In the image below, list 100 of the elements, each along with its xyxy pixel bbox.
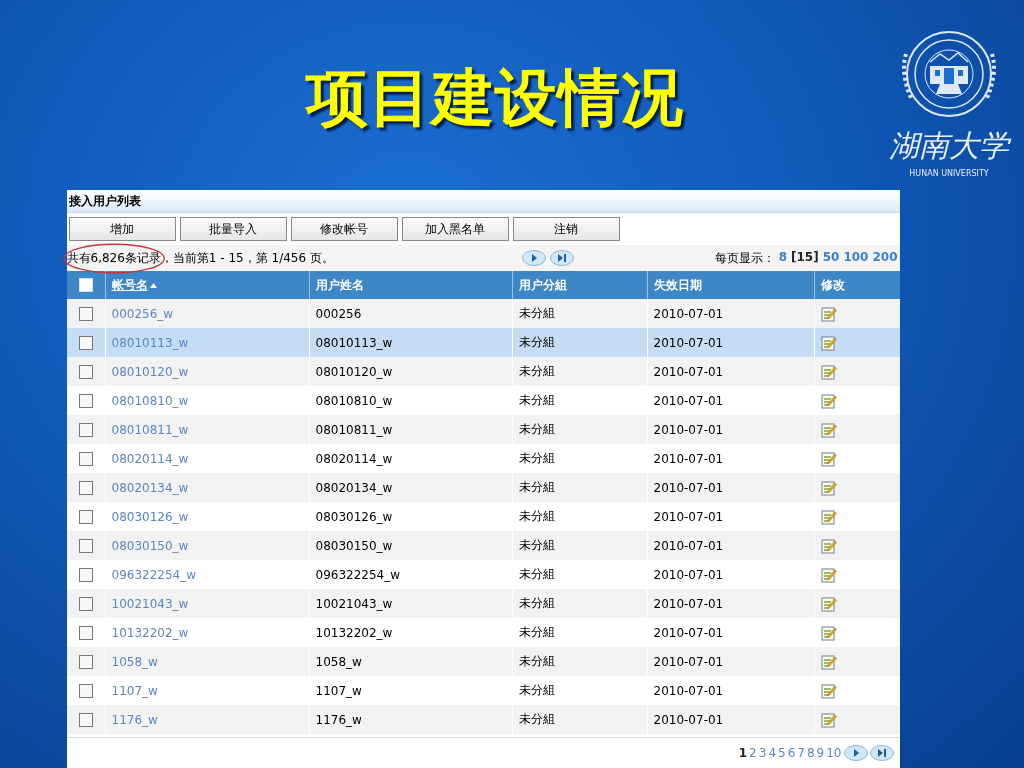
page-size-option[interactable]: 8 xyxy=(778,249,787,267)
column-header[interactable]: 用户姓名 xyxy=(315,276,364,294)
page-size-option[interactable]: 200 xyxy=(872,249,898,267)
account-link[interactable]: 000256_w xyxy=(111,306,174,321)
column-header[interactable]: 用户分組 xyxy=(518,276,567,294)
table-row[interactable]: 1176_w 1176_w 未分組 2010-07-01 xyxy=(66,705,900,734)
table-row[interactable]: 08010120_w 08010120_w 未分組 2010-07-01 xyxy=(66,357,900,386)
toolbar-button[interactable]: 修改帐号 xyxy=(290,217,398,241)
row-checkbox[interactable] xyxy=(78,393,93,408)
row-checkbox[interactable] xyxy=(78,335,93,350)
row-checkbox[interactable] xyxy=(78,683,93,698)
table-cell: 2010-07-01 xyxy=(653,654,724,669)
university-name-english: HUNAN UNIVERSITY xyxy=(909,168,989,180)
next-page-button[interactable] xyxy=(521,250,546,266)
column-header[interactable]: 修改 xyxy=(820,276,845,294)
row-checkbox[interactable] xyxy=(78,422,93,437)
row-checkbox[interactable] xyxy=(78,306,93,321)
table-row[interactable]: 08030150_w 08030150_w 未分組 2010-07-01 xyxy=(66,531,900,560)
account-link[interactable]: 08010120_w xyxy=(111,364,189,379)
account-link[interactable]: 1107_w xyxy=(111,683,158,698)
page-link[interactable]: 5 xyxy=(778,746,786,760)
toolbar-button[interactable]: 注销 xyxy=(512,217,620,241)
edit-icon[interactable] xyxy=(820,537,837,554)
account-link[interactable]: 096322254_w xyxy=(111,567,197,582)
account-link[interactable]: 08020114_w xyxy=(111,451,189,466)
table-row[interactable]: 000256_w 000256 未分組 2010-07-01 xyxy=(66,299,900,328)
table-row[interactable]: 08010811_w 08010811_w 未分組 2010-07-01 xyxy=(66,415,900,444)
table-cell: 1107_w xyxy=(315,683,362,698)
table-row[interactable]: 08010113_w 08010113_w 未分組 2010-07-01 xyxy=(66,328,900,357)
page-link[interactable]: 7 xyxy=(797,746,805,760)
account-link[interactable]: 08030126_w xyxy=(111,509,189,524)
edit-icon[interactable] xyxy=(820,595,837,612)
account-link[interactable]: 10132202_w xyxy=(111,625,189,640)
table-row[interactable]: 1058_w 1058_w 未分組 2010-07-01 xyxy=(66,647,900,676)
page-size-option[interactable]: [15] xyxy=(791,249,819,267)
account-link[interactable]: 08010811_w xyxy=(111,422,189,437)
toolbar-button[interactable]: 增加 xyxy=(68,217,176,241)
edit-icon[interactable] xyxy=(820,682,837,699)
record-summary: ，当前第1 - 15，第 1/456 页。 xyxy=(160,249,334,267)
page-link[interactable]: 9 xyxy=(816,746,825,760)
table-cell: 08020134_w xyxy=(315,480,393,495)
edit-icon[interactable] xyxy=(820,392,837,409)
edit-icon[interactable] xyxy=(820,421,837,438)
table-cell: 10021043_w xyxy=(315,596,393,611)
edit-icon[interactable] xyxy=(820,334,837,351)
table-cell: 08010810_w xyxy=(315,393,393,408)
toolbar-button[interactable]: 加入黑名单 xyxy=(401,217,509,241)
page-size-option[interactable]: 100 xyxy=(843,249,869,267)
account-link[interactable]: 08020134_w xyxy=(111,480,189,495)
page-link[interactable]: 6 xyxy=(787,746,796,760)
page-size-option[interactable]: 50 xyxy=(822,249,840,267)
toolbar-button[interactable]: 批量导入 xyxy=(179,217,287,241)
account-link[interactable]: 08010810_w xyxy=(111,393,189,408)
row-checkbox[interactable] xyxy=(78,480,93,495)
table-cell: 2010-07-01 xyxy=(653,480,724,495)
account-link[interactable]: 08030150_w xyxy=(111,538,189,553)
table-cell: 2010-07-01 xyxy=(653,451,724,466)
account-link[interactable]: 1176_w xyxy=(111,712,158,727)
edit-icon[interactable] xyxy=(820,479,837,496)
table-cell: 未分組 xyxy=(518,392,555,409)
row-checkbox[interactable] xyxy=(78,567,93,582)
table-cell: 08030126_w xyxy=(315,509,393,524)
column-header[interactable]: 失效日期 xyxy=(653,276,702,294)
page-link[interactable]: 3 xyxy=(758,746,767,760)
next-page-button[interactable] xyxy=(843,745,868,761)
account-link[interactable]: 1058_w xyxy=(111,654,158,669)
account-link[interactable]: 10021043_w xyxy=(111,596,189,611)
edit-icon[interactable] xyxy=(820,508,837,525)
row-checkbox[interactable] xyxy=(78,509,93,524)
edit-icon[interactable] xyxy=(820,566,837,583)
page-link[interactable]: 2 xyxy=(749,746,757,760)
row-checkbox[interactable] xyxy=(78,625,93,640)
edit-icon[interactable] xyxy=(820,711,837,728)
table-cell: 08010811_w xyxy=(315,422,393,437)
edit-icon[interactable] xyxy=(820,624,837,641)
row-checkbox[interactable] xyxy=(78,596,93,611)
account-link[interactable]: 08010113_w xyxy=(111,335,189,350)
row-checkbox[interactable] xyxy=(78,451,93,466)
row-checkbox[interactable] xyxy=(78,364,93,379)
row-checkbox[interactable] xyxy=(78,712,93,727)
table-cell: 10132202_w xyxy=(315,625,393,640)
edit-icon[interactable] xyxy=(820,450,837,467)
page-link[interactable]: 8 xyxy=(806,746,815,760)
edit-icon[interactable] xyxy=(820,305,837,322)
table-cell: 08030150_w xyxy=(315,538,393,553)
last-page-button[interactable] xyxy=(869,745,894,761)
row-checkbox[interactable] xyxy=(78,654,93,669)
edit-icon[interactable] xyxy=(820,653,837,670)
page-link[interactable]: 10 xyxy=(826,746,842,760)
column-header[interactable]: 帐号名 xyxy=(111,276,148,294)
last-page-button[interactable] xyxy=(549,250,574,266)
select-all-checkbox[interactable] xyxy=(78,278,93,292)
table-cell: 未分組 xyxy=(518,450,555,467)
page-link[interactable]: 1 xyxy=(738,746,748,760)
edit-icon[interactable] xyxy=(820,363,837,380)
row-checkbox[interactable] xyxy=(78,538,93,553)
table-row[interactable]: 10021043_w 10021043_w 未分組 2010-07-01 xyxy=(66,589,900,618)
table-cell: 096322254_w xyxy=(315,567,401,582)
table-row[interactable]: 08020134_w 08020134_w 未分組 2010-07-01 xyxy=(66,473,900,502)
page-link[interactable]: 4 xyxy=(768,746,776,760)
